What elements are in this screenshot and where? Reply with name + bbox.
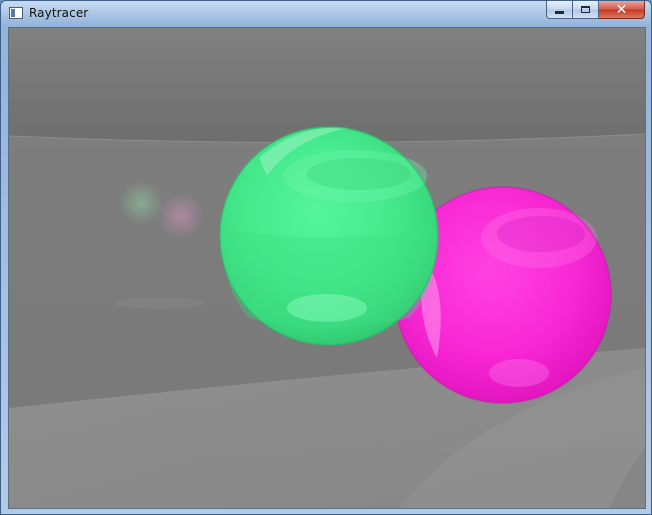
maximize-button[interactable] (573, 1, 599, 19)
close-button[interactable]: ✕ (599, 1, 645, 19)
app-window: Raytracer ✕ (0, 0, 652, 515)
window-title: Raytracer (29, 6, 89, 20)
caption-buttons: ✕ (546, 1, 645, 21)
title-bar[interactable]: Raytracer ✕ (1, 1, 651, 27)
minimize-icon (555, 11, 564, 14)
ambient-overlay (9, 28, 645, 508)
rendered-scene (9, 28, 645, 508)
render-canvas[interactable] (8, 27, 646, 509)
minimize-button[interactable] (546, 1, 573, 19)
maximize-icon (581, 6, 590, 13)
window-icon[interactable] (9, 7, 23, 19)
close-icon: ✕ (615, 1, 628, 18)
